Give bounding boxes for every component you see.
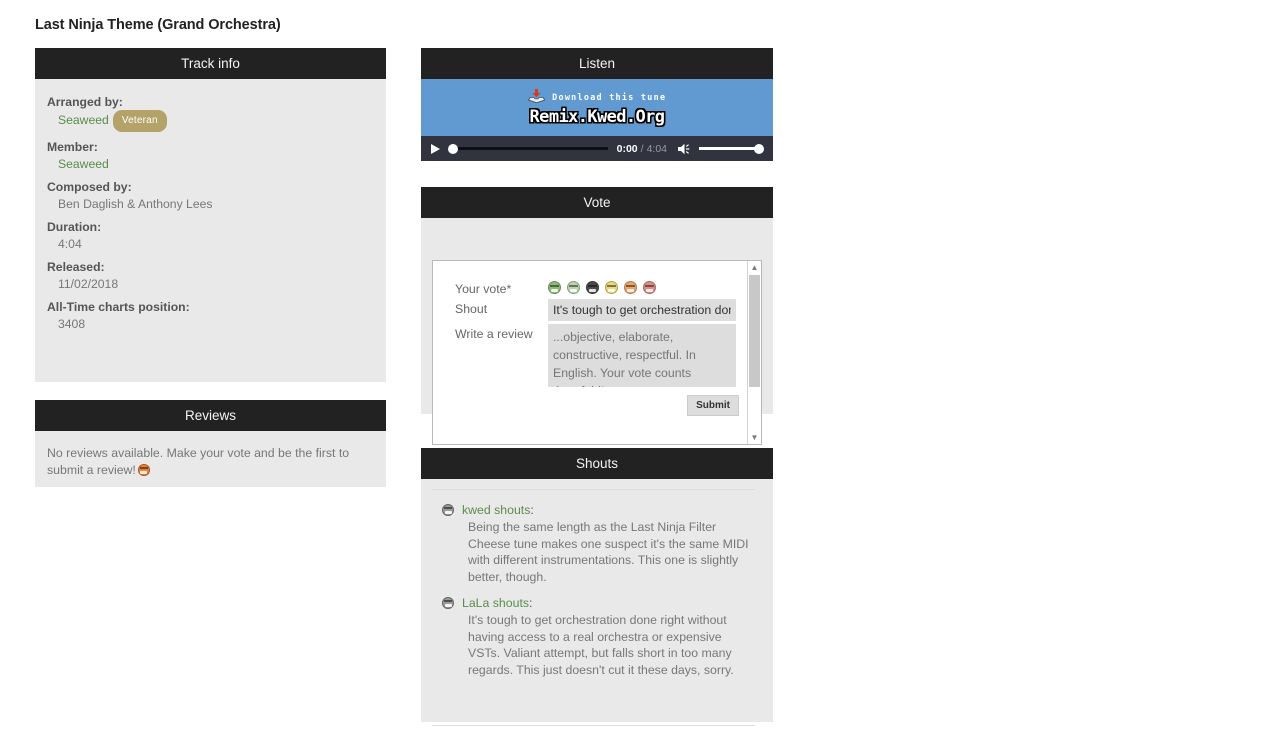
shout-author-name: kwed shouts <box>462 503 531 517</box>
shout-text: It's tough to get orchestration done rig… <box>468 613 734 677</box>
vote-smiley-group[interactable] <box>548 279 656 294</box>
info-label: Duration: <box>47 220 102 234</box>
volume-knob[interactable] <box>754 143 764 154</box>
shout-input[interactable] <box>548 299 736 321</box>
shout-item: kwed shouts: Being the same length as th… <box>432 501 755 585</box>
info-released: Released: 11/02/2018 <box>47 253 386 293</box>
info-value: 4:04 <box>58 237 82 251</box>
info-label: Released: <box>47 260 105 274</box>
current-time: 0:00 <box>616 142 638 155</box>
page-title: Last Ninja Theme (Grand Orchestra) <box>35 17 281 33</box>
vote-row-your-vote: Your vote* <box>455 279 761 296</box>
site-logo: Remix.Kwed.Org <box>529 107 665 127</box>
vote-form: Your vote* Shout It's tough to get orche… <box>433 261 761 416</box>
track-info-header: Track info <box>35 48 386 79</box>
smiley-orange-icon <box>137 464 150 476</box>
info-charts-position: All-Time charts position: 3408 <box>47 293 386 333</box>
reviews-body: No reviews available. Make your vote and… <box>35 431 386 487</box>
speaker-icon[interactable] <box>677 142 693 156</box>
chevron-up-icon[interactable]: ▲ <box>748 261 761 274</box>
shouts-header: Shouts <box>421 448 773 479</box>
info-duration: Duration: 4:04 <box>47 213 386 253</box>
smiley-gray-icon <box>442 597 454 609</box>
info-value: Seaweed Veteran <box>47 110 386 133</box>
review-textarea[interactable] <box>548 324 736 387</box>
download-label: Download this tune <box>552 91 667 102</box>
info-member: Member: Seaweed <box>47 133 386 173</box>
shout-author-colon: : <box>530 503 534 517</box>
page-root: Last Ninja Theme (Grand Orchestra) Track… <box>0 0 1280 743</box>
submit-row: Submit <box>455 395 761 416</box>
track-info-panel: Track info Arranged by: Seaweed Veteran M… <box>35 48 386 382</box>
info-value: 3408 <box>58 317 86 331</box>
submit-button[interactable]: Submit <box>687 395 739 416</box>
review-label: Write a review <box>455 327 533 341</box>
download-icon <box>527 88 545 104</box>
vote-smiley-3[interactable] <box>586 281 599 294</box>
info-label: Member: <box>47 140 98 154</box>
vote-smiley-4[interactable] <box>605 281 618 294</box>
info-arranged-by: Arranged by: Seaweed Veteran <box>47 91 386 133</box>
info-label: Arranged by: <box>47 95 123 109</box>
tune-banner[interactable]: Download this tune Remix.Kwed.Org <box>421 79 773 136</box>
shouts-divider-top <box>432 489 755 490</box>
shout-item: LaLa shouts: It's tough to get orchestra… <box>432 594 755 678</box>
shouts-divider-bottom <box>432 725 755 726</box>
member-link[interactable]: Seaweed <box>47 156 386 173</box>
reviews-panel: Reviews No reviews available. Make your … <box>35 400 386 487</box>
vote-smiley-6[interactable] <box>643 281 656 294</box>
vote-panel: Vote Your vote* Shout It's tough to get … <box>421 187 773 445</box>
vote-header: Vote <box>421 187 773 218</box>
info-label: Composed by: <box>47 180 132 194</box>
shout-text: Being the same length as the Last Ninja … <box>468 520 749 584</box>
time-separator: / <box>640 142 644 155</box>
seek-knob[interactable] <box>448 143 458 154</box>
shouts-body: kwed shouts: Being the same length as th… <box>421 479 773 726</box>
volume-slider[interactable] <box>699 143 764 154</box>
arranger-link[interactable]: Seaweed <box>58 113 109 127</box>
shout-label: Shout <box>455 302 488 316</box>
vote-scrollbar[interactable]: ▲ ▼ <box>747 261 761 444</box>
shouts-spacer <box>432 687 755 725</box>
listen-panel: Listen Download this tune Remix.Kwed.Org <box>421 48 773 161</box>
vote-smiley-5[interactable] <box>624 281 637 294</box>
chevron-down-icon[interactable]: ▼ <box>748 431 761 444</box>
download-link[interactable]: Download this tune <box>527 88 667 104</box>
vote-smiley-1[interactable] <box>548 281 561 294</box>
audio-player[interactable]: 0:00/4:04 <box>421 136 773 161</box>
total-time: 4:04 <box>646 142 667 155</box>
vote-body: Your vote* Shout It's tough to get orche… <box>421 218 773 445</box>
banner-content: Download this tune Remix.Kwed.Org <box>421 88 773 127</box>
reviews-header: Reviews <box>35 400 386 431</box>
info-value: 11/02/2018 <box>58 277 119 291</box>
time-display: 0:00/4:04 <box>617 143 667 155</box>
shout-author-colon: : <box>529 596 533 610</box>
info-label: All-Time charts position: <box>47 300 190 314</box>
seek-slider[interactable] <box>448 143 608 154</box>
shout-author-name: LaLa shouts <box>462 596 530 610</box>
veteran-badge: Veteran <box>112 110 167 132</box>
smiley-gray-icon <box>442 504 454 516</box>
info-composed-by: Composed by: Ben Daglish & Anthony Lees <box>47 173 386 213</box>
your-vote-label: Your vote* <box>455 282 512 296</box>
vote-row-shout: Shout <box>455 299 761 321</box>
shout-author[interactable]: LaLa shouts: <box>462 596 532 610</box>
track-info-body: Arranged by: Seaweed Veteran Member: Seaw… <box>35 79 386 382</box>
vote-form-frame: Your vote* Shout It's tough to get orche… <box>432 260 762 445</box>
reviews-empty-message: No reviews available. Make your vote and… <box>47 445 374 479</box>
play-icon[interactable] <box>431 143 440 154</box>
shouts-panel: Shouts kwed shouts: Being the same lengt… <box>421 448 773 726</box>
info-value: Ben Daglish & Anthony Lees <box>58 197 213 211</box>
scrollbar-thumb[interactable] <box>749 275 760 387</box>
vote-smiley-2[interactable] <box>567 281 580 294</box>
shout-author[interactable]: kwed shouts: <box>462 503 534 517</box>
listen-header: Listen <box>421 48 773 79</box>
vote-row-review: Write a review <box>455 324 761 387</box>
reviews-empty-text: No reviews available. Make your vote and… <box>47 446 350 477</box>
